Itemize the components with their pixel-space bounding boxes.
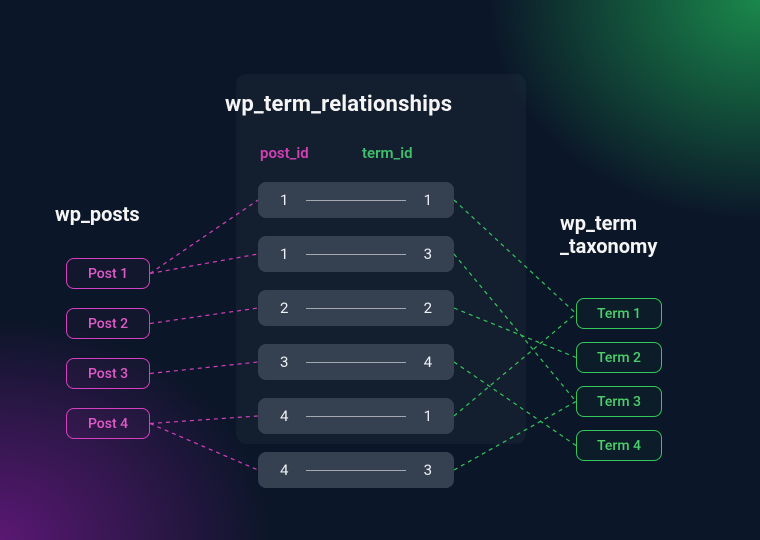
relationship-term-id: 3 xyxy=(424,461,432,479)
term-node-label: Term 2 xyxy=(597,350,641,366)
post-node-label: Post 1 xyxy=(88,266,128,282)
term-node-label: Term 3 xyxy=(597,394,641,410)
term-node: Term 1 xyxy=(576,298,662,329)
term-node: Term 3 xyxy=(576,386,662,417)
terms-table-title: wp_term _taxonomy xyxy=(560,212,657,258)
term-node-label: Term 1 xyxy=(597,306,641,322)
relationship-post-id: 1 xyxy=(280,191,288,209)
post-node: Post 1 xyxy=(66,258,150,289)
relationship-term-id: 4 xyxy=(424,353,432,371)
relationship-connector xyxy=(306,200,406,201)
relationships-table-title: wp_term_relationships xyxy=(225,92,452,117)
post-node-label: Post 2 xyxy=(88,316,128,332)
post-node-label: Post 4 xyxy=(88,416,128,432)
column-header-term-id: term_id xyxy=(362,144,413,162)
relationship-connector xyxy=(306,362,406,363)
diagram-stage: wp_posts wp_term_relationships wp_term _… xyxy=(0,0,760,540)
relationship-row: 11 xyxy=(258,182,454,218)
post-node: Post 2 xyxy=(66,308,150,339)
relationship-row: 41 xyxy=(258,398,454,434)
post-node-label: Post 3 xyxy=(88,366,128,382)
term-node-label: Term 4 xyxy=(597,438,641,454)
column-header-post-id: post_id xyxy=(260,144,309,162)
relationship-post-id: 1 xyxy=(280,245,288,263)
post-node: Post 3 xyxy=(66,358,150,389)
relationship-term-id: 2 xyxy=(424,299,432,317)
relationship-connector xyxy=(306,254,406,255)
relationship-row: 43 xyxy=(258,452,454,488)
relationship-post-id: 3 xyxy=(280,353,288,371)
relationship-post-id: 2 xyxy=(280,299,288,317)
relationship-connector xyxy=(306,308,406,309)
posts-table-title: wp_posts xyxy=(55,202,140,226)
relationship-connector xyxy=(306,470,406,471)
relationship-row: 34 xyxy=(258,344,454,380)
term-node: Term 2 xyxy=(576,342,662,373)
term-node: Term 4 xyxy=(576,430,662,461)
relationship-term-id: 1 xyxy=(424,191,432,209)
relationship-row: 22 xyxy=(258,290,454,326)
relationship-term-id: 3 xyxy=(424,245,432,263)
relationship-post-id: 4 xyxy=(280,461,288,479)
post-node: Post 4 xyxy=(66,408,150,439)
relationship-connector xyxy=(306,416,406,417)
relationship-post-id: 4 xyxy=(280,407,288,425)
relationship-term-id: 1 xyxy=(424,407,432,425)
relationship-row: 13 xyxy=(258,236,454,272)
